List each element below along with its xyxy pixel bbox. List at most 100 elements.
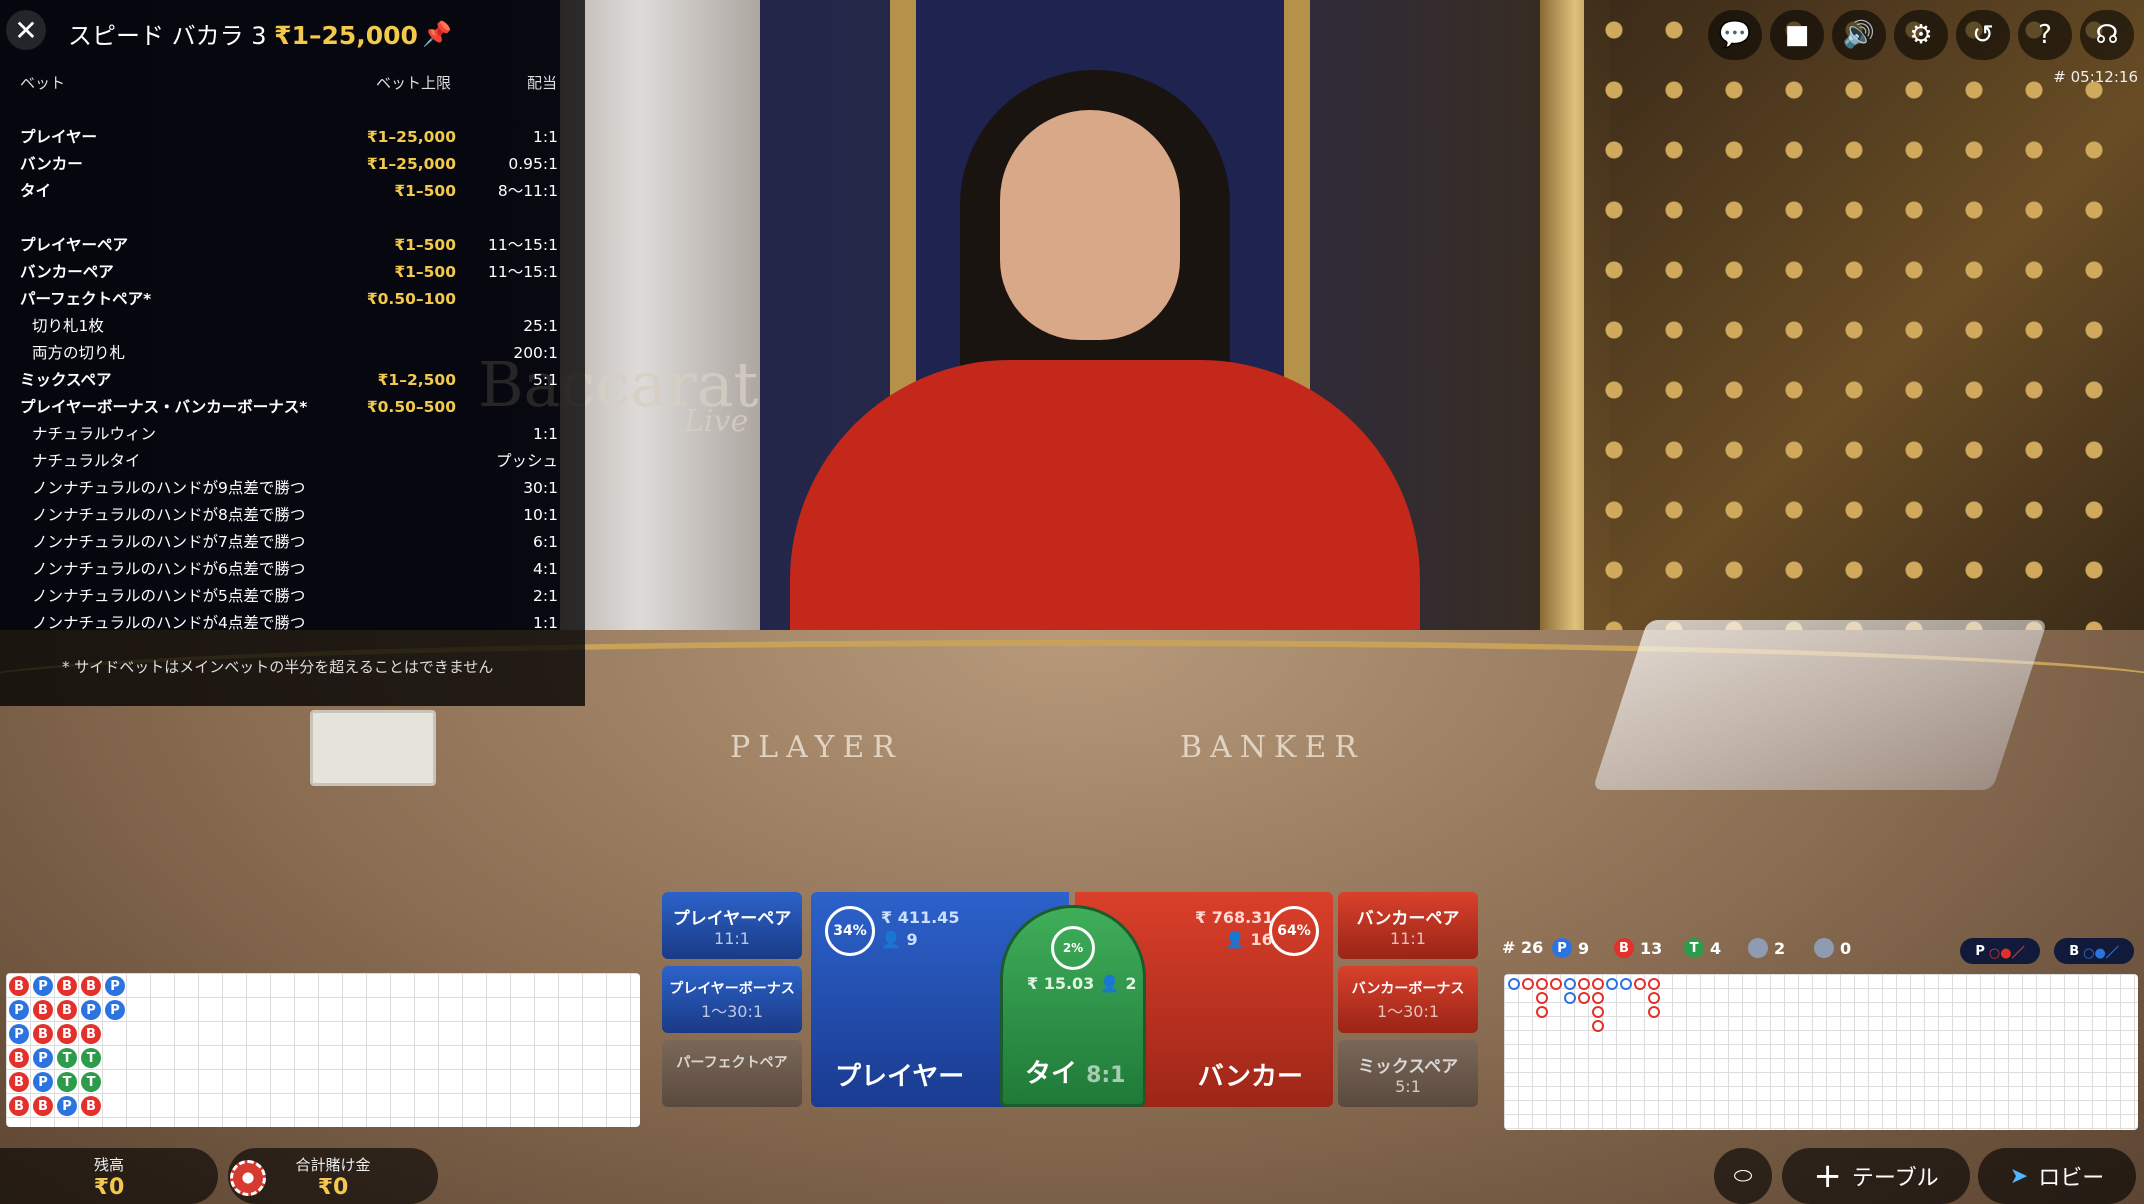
bead-road-cell: B: [33, 1000, 53, 1020]
bet-payout: 11～15:1: [487, 263, 558, 281]
bet-name: ノンナチュラルのハンドが4点差で勝つ: [32, 614, 306, 632]
plus-icon: +: [1813, 1156, 1842, 1196]
oval-icon: ⬭: [1733, 1163, 1753, 1189]
limit-row: 切り札1枚 25:1: [20, 313, 560, 340]
bet-payout: 30:1: [523, 479, 558, 497]
limit-row: ノンナチュラルのハンドが4点差で勝つ 1:1: [20, 610, 560, 637]
video-icon: ■: [1784, 20, 1810, 50]
bet-name: 両方の切り札: [32, 344, 126, 362]
history-button[interactable]: ↺: [1956, 10, 2010, 60]
bead-road-cell: B: [57, 1000, 77, 1020]
headset-icon: ☊: [2095, 20, 2119, 50]
chat-button[interactable]: 💬: [1708, 10, 1762, 60]
bead-road-cell: B: [33, 1096, 53, 1116]
bead-road-cell: P: [105, 1000, 125, 1020]
bet-payout: 6:1: [533, 533, 558, 551]
chat-icon: 💬: [1718, 20, 1752, 50]
close-button[interactable]: ✕: [6, 10, 46, 50]
player-pair-bet[interactable]: プレイヤーペア 11:1: [662, 892, 802, 959]
player-percentage: 34%: [825, 906, 875, 956]
baccarat-logo-sub: Live: [684, 404, 749, 439]
add-table-button[interactable]: + テーブル: [1782, 1148, 1970, 1204]
big-road-marker: [1578, 978, 1590, 990]
help-icon: ?: [2038, 20, 2052, 50]
card-shoe: [1592, 620, 2048, 790]
lobby-icon: ➤: [2009, 1163, 2029, 1189]
side-bet-footnote: * サイドベットはメインベットの半分を超えることはできません: [62, 658, 494, 676]
lobby-button[interactable]: ➤ ロビー: [1978, 1148, 2136, 1204]
top-toolbar: 💬 ■ 🔊 ⚙ ↺ ? ☊: [1708, 10, 2134, 60]
bead-road-cell: P: [9, 1000, 29, 1020]
tie-bet[interactable]: 2% ₹ 15.03 👤 2 タイ 8:1: [1000, 905, 1146, 1107]
bet-limit: ₹1–500: [394, 182, 456, 200]
banker-pair-stat: 0: [1814, 938, 1851, 958]
help-button[interactable]: ?: [2018, 10, 2072, 60]
bet-name: ミックスペア: [20, 371, 112, 389]
sound-button[interactable]: 🔊: [1832, 10, 1886, 60]
bead-road[interactable]: BPBBPPBBPPPBBBBPTTBPTTBBPB: [6, 973, 640, 1127]
bead-road-cell: B: [9, 1072, 29, 1092]
bet-limit: ₹1–500: [394, 263, 456, 281]
bet-limit: ₹1–25,000: [366, 128, 456, 146]
bead-road-cell: P: [9, 1024, 29, 1044]
big-road-marker: [1508, 978, 1520, 990]
banker-pair-bet[interactable]: バンカーペア 11:1: [1338, 892, 1478, 959]
limit-row: パーフェクトペア* ₹0.50–100: [20, 286, 560, 313]
close-icon: ✕: [14, 13, 38, 47]
banker-predict-button[interactable]: B ○●／: [2054, 938, 2134, 964]
big-road-marker: [1592, 1006, 1604, 1018]
video-button[interactable]: ■: [1770, 10, 1824, 60]
bead-road-cell: T: [81, 1048, 101, 1068]
game-title: スピード バカラ 3 ₹1–25,000: [68, 21, 418, 50]
limit-row: 両方の切り札 200:1: [20, 340, 560, 367]
bet-payout: 10:1: [523, 506, 558, 524]
table-banker-text: BANKER: [1180, 730, 1365, 765]
bet-limit: ₹1–25,000: [366, 155, 456, 173]
big-road[interactable]: [1504, 974, 2138, 1130]
bet-limit: ₹1–2,500: [377, 371, 456, 389]
bead-road-cell: B: [81, 1096, 101, 1116]
game-round-id: # 05:12:16: [2053, 68, 2138, 86]
bet-name: 切り札1枚: [32, 317, 104, 335]
bead-road-cell: P: [57, 1096, 77, 1116]
bet-payout: 0.95:1: [508, 155, 558, 173]
bead-road-cell: B: [57, 976, 77, 996]
limits-table-rows: プレイヤー ₹1–25,000 1:1 バンカー ₹1–25,000 0.95:1 タイ ₹1…: [20, 124, 560, 637]
bet-name: プレイヤーペア: [20, 236, 129, 254]
pin-icon[interactable]: 📌: [422, 20, 452, 48]
player-bonus-bet[interactable]: プレイヤーボーナス 1～30:1: [662, 966, 802, 1033]
bet-payout: 200:1: [513, 344, 558, 362]
bead-road-cell: B: [33, 1024, 53, 1044]
settings-button[interactable]: ⚙: [1894, 10, 1948, 60]
bead-road-cell: T: [57, 1072, 77, 1092]
big-road-marker: [1564, 992, 1576, 1004]
bet-payout: 1:1: [533, 614, 558, 632]
limit-row: バンカーペア ₹1–500 11～15:1: [20, 259, 560, 286]
bet-limits-panel: ✕ スピード バカラ 3 ₹1–25,000 📌 ベット ベット上限 配当 プレ…: [0, 0, 585, 706]
support-button[interactable]: ☊: [2080, 10, 2134, 60]
player-predict-button[interactable]: P ○●／: [1960, 938, 2040, 964]
big-road-marker: [1648, 992, 1660, 1004]
limit-row: バンカー ₹1–25,000 0.95:1: [20, 151, 560, 178]
settings-icon: ⚙: [1909, 20, 1933, 50]
big-road-marker: [1634, 978, 1646, 990]
sound-icon: 🔊: [1842, 20, 1876, 50]
multi-table-button[interactable]: ⬭: [1714, 1148, 1772, 1204]
bet-name: ノンナチュラルのハンドが7点差で勝つ: [32, 533, 306, 551]
bet-limit: ₹1–500: [394, 236, 456, 254]
player-wins-stat: P9: [1552, 938, 1589, 958]
bead-road-cell: B: [9, 1048, 29, 1068]
bet-limit: ₹0.50–500: [366, 398, 456, 416]
chip-icon: [230, 1160, 266, 1196]
mixed-pair-bet[interactable]: ミックスペア 5:1: [1338, 1040, 1478, 1107]
history-icon: ↺: [1972, 20, 1994, 50]
bet-payout: 11～15:1: [487, 236, 558, 254]
perfect-pair-bet[interactable]: パーフェクトペア: [662, 1040, 802, 1107]
big-road-marker: [1592, 1020, 1604, 1032]
bead-road-cell: B: [81, 976, 101, 996]
bet-payout: 1:1: [533, 128, 558, 146]
prediction-rings-icon: ○●／: [2083, 945, 2119, 961]
card-deck: [310, 710, 436, 786]
limit-row: ノンナチュラルのハンドが6点差で勝つ 4:1: [20, 556, 560, 583]
banker-bonus-bet[interactable]: バンカーボーナス 1～30:1: [1338, 966, 1478, 1033]
